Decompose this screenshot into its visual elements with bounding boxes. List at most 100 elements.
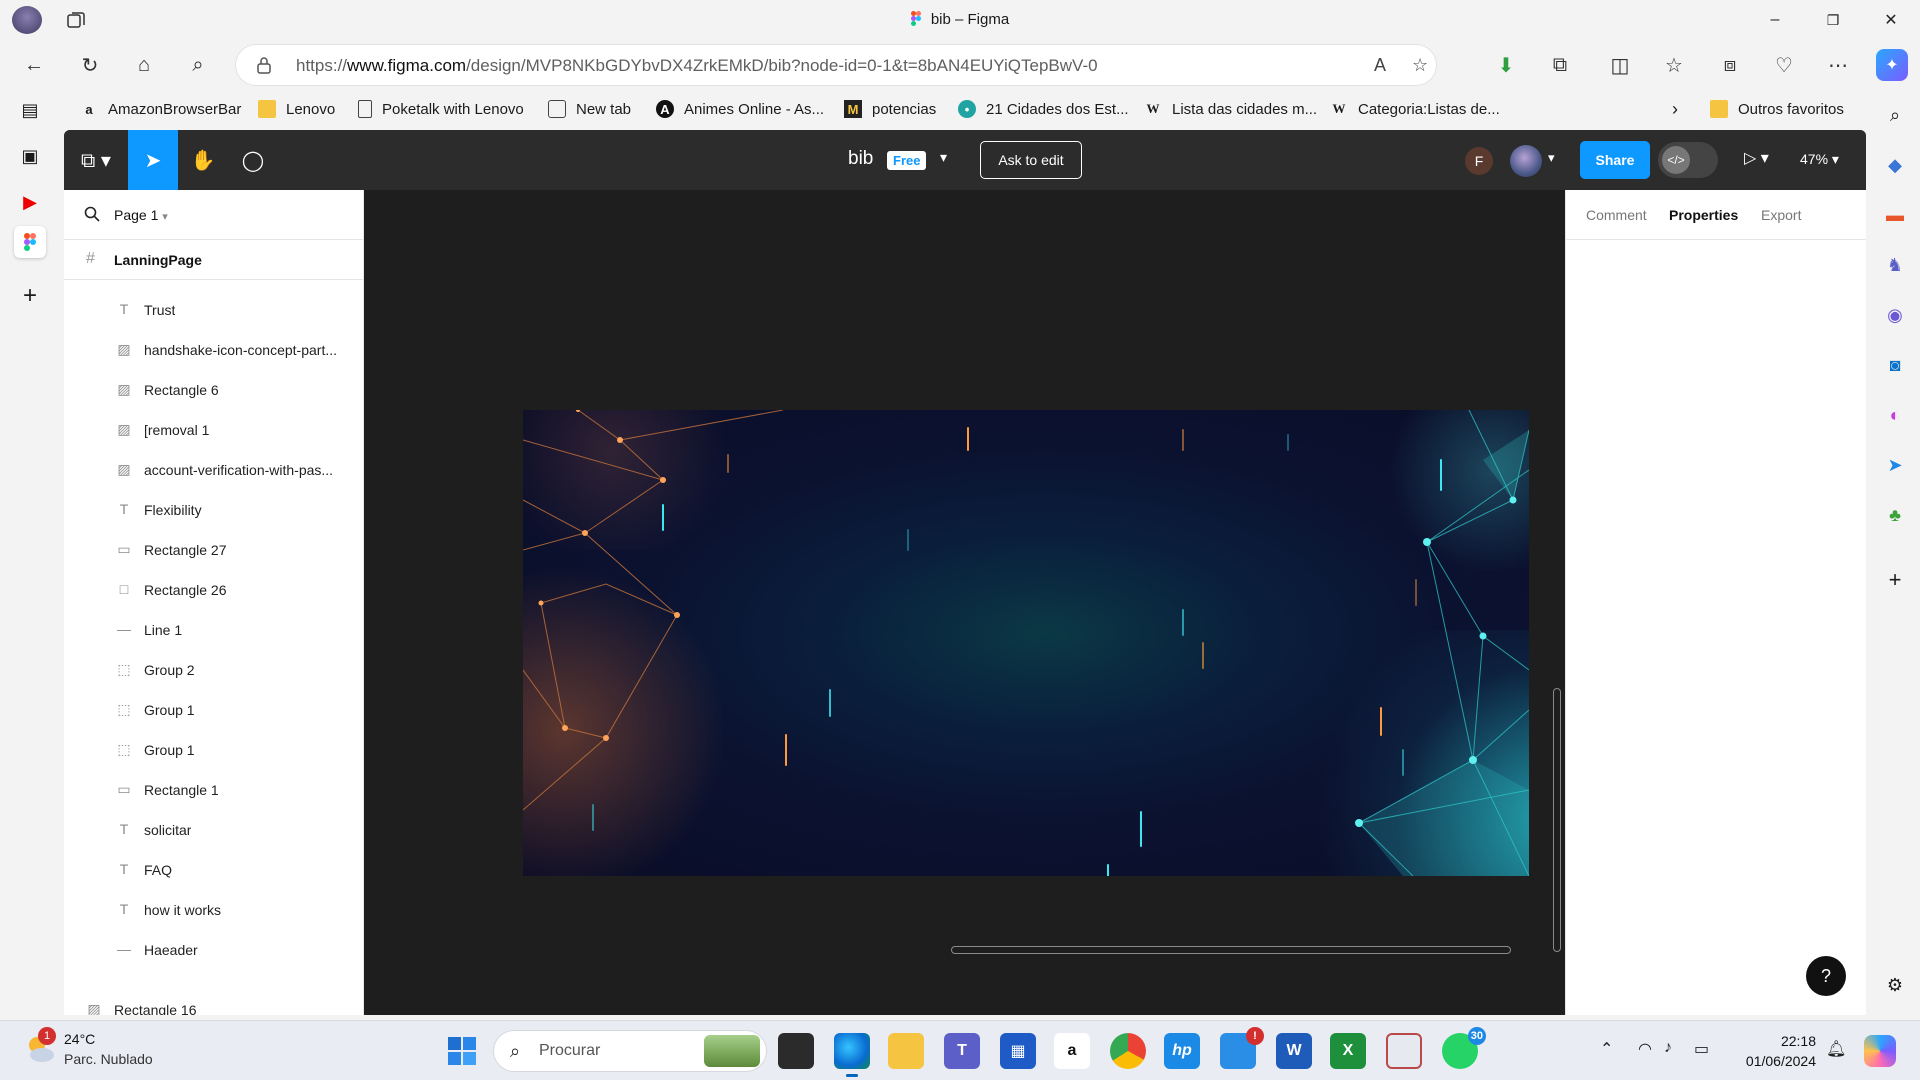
extensions-icon[interactable]: ⧉ [1544,49,1576,81]
chevron-down-icon[interactable]: ▾ [1548,150,1555,166]
word-icon[interactable]: W [1276,1033,1312,1069]
more-menu-icon[interactable]: ⋯ [1822,49,1854,81]
layer-row[interactable]: T Trust [64,290,364,330]
download-extension-icon[interactable]: ⬇ [1490,49,1522,81]
favorites-icon[interactable]: ☆ [1658,49,1690,81]
edge-icon[interactable] [834,1033,870,1077]
layer-row[interactable]: ▭ Rectangle 1 [64,770,364,810]
tab-properties[interactable]: Properties [1669,207,1738,223]
shopping-tag-icon[interactable]: ◆ [1880,150,1910,180]
avatar[interactable]: F [1465,147,1493,175]
copilot-icon[interactable]: ✦ [1876,49,1908,81]
back-icon[interactable]: ← [16,48,52,82]
favorite-star-icon[interactable]: ☆ [1412,55,1428,76]
search-icon[interactable] [84,206,100,222]
frame-row[interactable]: # LanningPage [64,240,364,280]
favorite-cidades[interactable]: • 21 Cidades dos Est... [958,98,1129,120]
figma-tab-icon[interactable] [14,226,46,258]
clock[interactable]: 22:18 01/06/2024 [1736,1031,1816,1071]
ask-to-edit-button[interactable]: Ask to edit [980,141,1082,179]
layer-row[interactable]: T FAQ [64,850,364,890]
tab-panel-icon[interactable]: ▤ [14,94,46,126]
search-icon[interactable]: ⌕ [1880,100,1910,130]
figma-menu-icon[interactable]: ⧉ ▾ [64,130,128,190]
favorite-outros[interactable]: Outros favoritos [1710,98,1844,120]
layer-row[interactable]: — Haeader [64,930,364,970]
youtube-icon[interactable]: ▶ [14,186,46,218]
layer-row[interactable]: ⬚ Group 1 [64,730,364,770]
layer-row[interactable]: Tsolicitar [64,810,364,850]
favorite-poketalk[interactable]: Poketalk with Lenovo [358,98,524,120]
search-icon[interactable]: ⌕ [180,48,216,82]
favorite-amazon[interactable]: a AmazonBrowserBar [80,98,241,120]
zoom-level[interactable]: 47% ▾ [1800,151,1839,168]
page-selector[interactable]: Page 1 ▾ [64,190,364,240]
landing-page-frame-preview[interactable] [523,410,1529,876]
volume-icon[interactable]: ♪ [1664,1039,1672,1057]
weather-description[interactable]: Parc. Nublado [64,1051,153,1067]
chevron-up-icon[interactable]: ⌃ [1600,1039,1613,1059]
figma-pwa-icon[interactable]: ! [1220,1027,1264,1069]
home-icon[interactable]: ⌂ [126,48,162,82]
address-bar[interactable]: https://www.figma.com/design/MVP8NKbGDYb… [236,45,1436,85]
battery-icon[interactable]: ▭ [1694,1039,1709,1059]
avatar[interactable] [1510,145,1542,177]
taskbar-search-box[interactable]: ⌕ Procurar [494,1031,766,1071]
windows-start-icon[interactable] [446,1035,478,1067]
layer-row[interactable]: ▭ Rectangle 27 [64,530,364,570]
copilot-taskbar-icon[interactable] [1864,1035,1896,1067]
horizontal-scrollbar[interactable] [951,946,1511,954]
share-button[interactable]: Share [1580,141,1650,179]
layer-row[interactable]: ▨ Rectangle 16 [64,990,364,1016]
dev-mode-toggle[interactable]: </> [1658,142,1718,178]
lock-icon[interactable] [256,56,272,74]
browser-essentials-icon[interactable]: ♡ [1768,49,1800,81]
layer-row[interactable]: ▨ handshake-icon-concept-part... [64,330,364,370]
present-play-icon[interactable]: ▷ ▾ [1744,148,1769,168]
url-text[interactable]: https://www.figma.com/design/MVP8NKbGDYb… [296,56,1098,76]
refresh-icon[interactable]: ↻ [72,48,108,82]
wifi-icon[interactable]: ◠ [1638,1039,1652,1059]
layer-row[interactable]: ▨ account-verification-with-pas... [64,450,364,490]
favorite-potencias[interactable]: Mpotencias [844,98,936,120]
outlook-icon[interactable]: ◙ [1880,350,1910,380]
weather-temperature[interactable]: 24°C [64,1031,95,1047]
tab-comment[interactable]: Comment [1586,207,1647,223]
favorite-lista-cidades[interactable]: W Lista das cidades m... [1144,98,1318,120]
excel-icon[interactable]: X [1330,1033,1366,1069]
tab-export[interactable]: Export [1761,207,1801,223]
help-button[interactable]: ? [1806,956,1846,996]
microsoft365-icon[interactable]: ◉ [1880,300,1910,330]
tree-icon[interactable]: ♣ [1880,500,1910,530]
file-explorer-icon[interactable] [888,1033,924,1069]
task-view-icon[interactable] [778,1033,814,1069]
games-icon[interactable]: ♞ [1880,250,1910,280]
layer-row[interactable]: ⬚ Group 1 [64,690,364,730]
layer-row[interactable]: ▨ [removal 1 [64,410,364,450]
comment-tool-icon[interactable]: ◯ [228,130,278,190]
layer-row[interactable]: ▨ Rectangle 6 [64,370,364,410]
close-button[interactable]: ✕ [1868,4,1914,36]
design-canvas[interactable] [365,190,1565,1015]
photos-icon[interactable] [1386,1033,1422,1069]
chevron-right-icon[interactable]: › [1672,98,1678,120]
vertical-scrollbar[interactable] [1553,688,1561,952]
read-aloud-icon[interactable]: A [1374,55,1386,76]
add-sidebar-app-icon[interactable]: + [1880,565,1910,595]
layer-row[interactable]: Thow it works [64,890,364,930]
layer-row[interactable]: □ Rectangle 26 [64,570,364,610]
hand-tool-icon[interactable]: ✋ [178,130,228,190]
collections-icon[interactable]: ⧈ [1714,49,1746,81]
microsoft-store-icon[interactable]: ▦ [1000,1033,1036,1069]
notification-bell-icon[interactable]: 🔔︎ [1826,1039,1846,1059]
myhp-icon[interactable]: hp [1164,1033,1200,1069]
chrome-icon[interactable] [1110,1033,1146,1069]
favorite-new-tab[interactable]: New tab [548,98,631,120]
favorite-categoria[interactable]: W Categoria:Listas de... [1330,98,1500,120]
layer-row[interactable]: ⬚ Group 2 [64,650,364,690]
split-screen-icon[interactable]: ◫ [1604,49,1636,81]
drop-icon[interactable]: ➤ [1880,450,1910,480]
move-tool-icon[interactable]: ➤ [128,130,178,190]
tools-icon[interactable]: ▬ [1880,200,1910,230]
layer-row[interactable]: T Flexibility [64,490,364,530]
